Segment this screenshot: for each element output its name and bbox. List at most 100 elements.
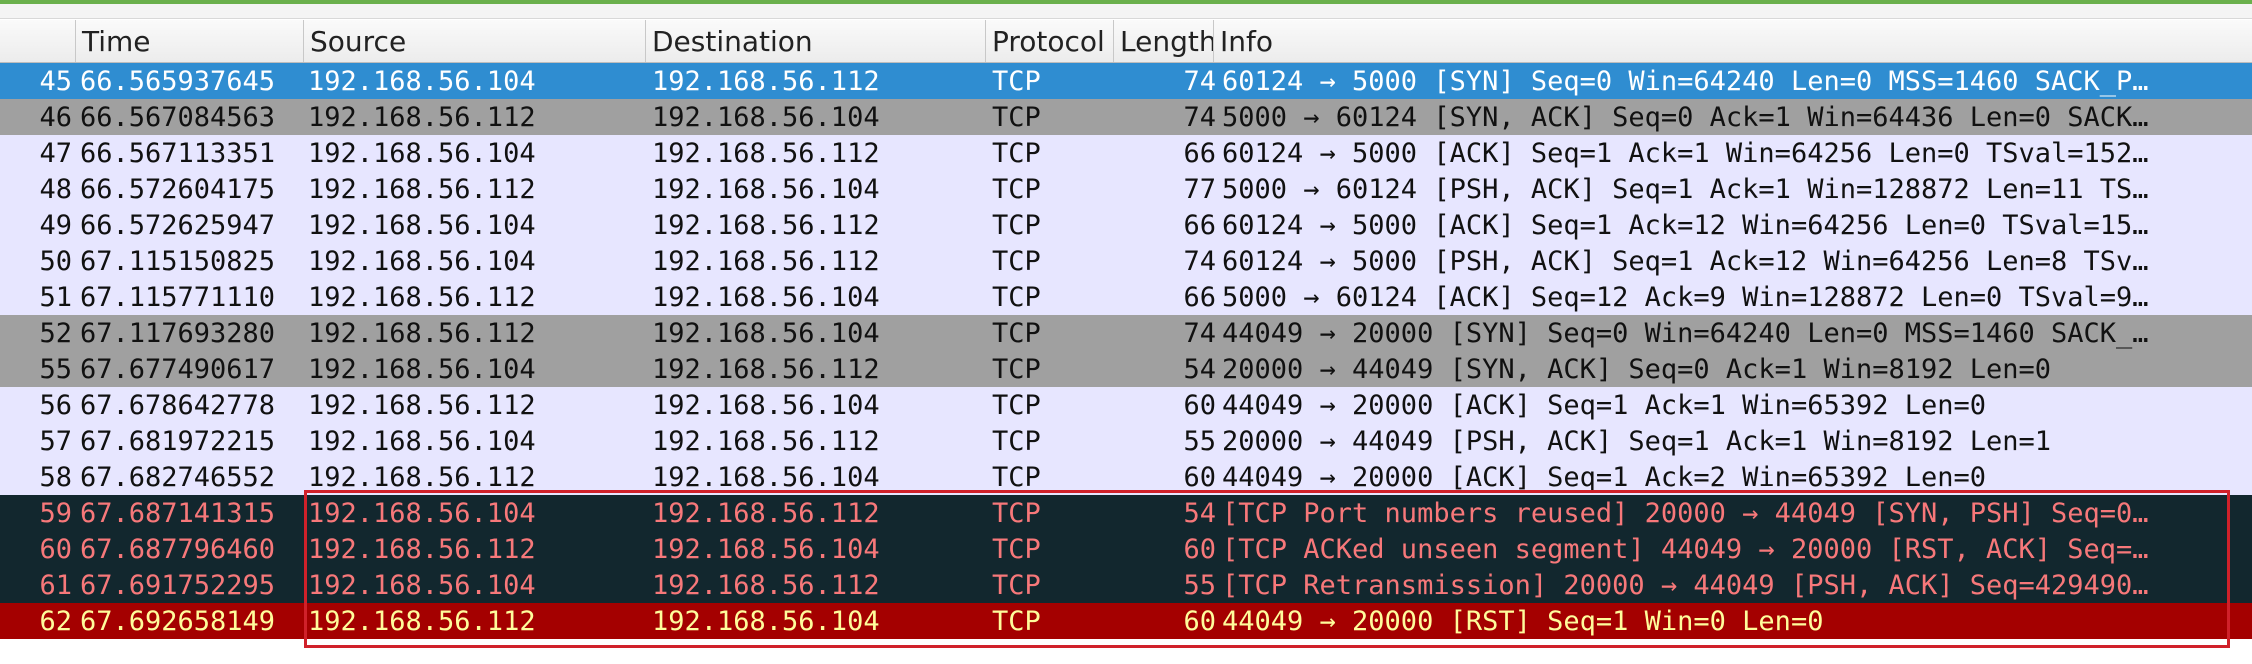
packet-destination: 192.168.56.104 <box>652 282 880 313</box>
packet-length: 66 <box>1183 282 1216 313</box>
packet-number: 59 <box>39 498 72 529</box>
packet-number: 60 <box>39 534 72 565</box>
packet-number: 45 <box>39 66 72 97</box>
packet-destination: 192.168.56.112 <box>652 246 880 277</box>
packet-destination: 192.168.56.112 <box>652 210 880 241</box>
packet-time: 66.567084563 <box>80 102 276 133</box>
column-header-destination[interactable]: Destination <box>646 20 986 62</box>
packet-info: 20000 → 44049 [PSH, ACK] Seq=1 Ack=1 Win… <box>1222 426 2052 457</box>
packet-info: 44049 → 20000 [ACK] Seq=1 Ack=1 Win=6539… <box>1222 390 1987 421</box>
packet-source: 192.168.56.104 <box>308 354 536 385</box>
packet-info: 20000 → 44049 [SYN, ACK] Seq=0 Ack=1 Win… <box>1222 354 2052 385</box>
packet-row[interactable]: 58 67.682746552 192.168.56.112 192.168.56.1… <box>0 459 2252 495</box>
packet-row[interactable]: 49 66.572625947 192.168.56.104 192.168.56.1… <box>0 207 2252 243</box>
packet-row[interactable]: 45 66.565937645 192.168.56.104 192.168.56.1… <box>0 63 2252 99</box>
packet-info: 60124 → 5000 [ACK] Seq=1 Ack=12 Win=6425… <box>1222 210 2149 241</box>
packet-number: 46 <box>39 102 72 133</box>
packet-number: 52 <box>39 318 72 349</box>
column-header-time[interactable]: Time <box>76 20 304 62</box>
packet-number: 47 <box>39 138 72 169</box>
packet-length: 60 <box>1183 534 1216 565</box>
packet-info: 44049 → 20000 [ACK] Seq=1 Ack=2 Win=6539… <box>1222 462 1987 493</box>
packet-number: 48 <box>39 174 72 205</box>
packet-row[interactable]: 52 67.117693280 192.168.56.112 192.168.56.1… <box>0 315 2252 351</box>
packet-source: 192.168.56.112 <box>308 318 536 349</box>
packet-row[interactable]: 57 67.681972215 192.168.56.104 192.168.56.1… <box>0 423 2252 459</box>
packet-protocol: TCP <box>992 390 1041 421</box>
packet-length: 54 <box>1183 498 1216 529</box>
packet-source: 192.168.56.104 <box>308 138 536 169</box>
packet-row[interactable]: 48 66.572604175 192.168.56.112 192.168.56.1… <box>0 171 2252 207</box>
packet-protocol: TCP <box>992 426 1041 457</box>
packet-source: 192.168.56.112 <box>308 174 536 205</box>
packet-row[interactable]: 61 67.691752295 192.168.56.104 192.168.56.1… <box>0 567 2252 603</box>
packet-source: 192.168.56.104 <box>308 246 536 277</box>
packet-destination: 192.168.56.112 <box>652 426 880 457</box>
packet-destination: 192.168.56.104 <box>652 606 880 637</box>
packet-destination: 192.168.56.112 <box>652 498 880 529</box>
packet-row[interactable]: 62 67.692658149 192.168.56.112 192.168.56.1… <box>0 603 2252 639</box>
packet-source: 192.168.56.112 <box>308 606 536 637</box>
packet-time: 67.117693280 <box>80 318 276 349</box>
packet-info: 5000 → 60124 [SYN, ACK] Seq=0 Ack=1 Win=… <box>1222 102 2149 133</box>
packet-destination: 192.168.56.104 <box>652 102 880 133</box>
packet-length: 60 <box>1183 390 1216 421</box>
packet-protocol: TCP <box>992 210 1041 241</box>
packet-protocol: TCP <box>992 606 1041 637</box>
packet-length: 74 <box>1183 66 1216 97</box>
column-header-no[interactable] <box>0 20 76 62</box>
packet-protocol: TCP <box>992 318 1041 349</box>
packet-length: 66 <box>1183 138 1216 169</box>
packet-destination: 192.168.56.112 <box>652 138 880 169</box>
packet-time: 67.687796460 <box>80 534 276 565</box>
packet-length: 74 <box>1183 102 1216 133</box>
packet-source: 192.168.56.112 <box>308 282 536 313</box>
packet-protocol: TCP <box>992 102 1041 133</box>
packet-row[interactable]: 56 67.678642778 192.168.56.112 192.168.56.1… <box>0 387 2252 423</box>
packet-number: 61 <box>39 570 72 601</box>
packet-time: 67.692658149 <box>80 606 276 637</box>
packet-destination: 192.168.56.104 <box>652 318 880 349</box>
packet-row[interactable]: 51 67.115771110 192.168.56.112 192.168.56.1… <box>0 279 2252 315</box>
packet-info: [TCP Port numbers reused] 20000 → 44049 … <box>1222 498 2149 529</box>
packet-time: 67.687141315 <box>80 498 276 529</box>
column-header-length[interactable]: Length <box>1114 20 1214 62</box>
packet-protocol: TCP <box>992 570 1041 601</box>
packet-length: 77 <box>1183 174 1216 205</box>
packet-time: 67.115150825 <box>80 246 276 277</box>
packet-number: 58 <box>39 462 72 493</box>
packet-protocol: TCP <box>992 246 1041 277</box>
packet-length: 60 <box>1183 462 1216 493</box>
packet-info: [TCP ACKed unseen segment] 44049 → 20000… <box>1222 534 2149 565</box>
packet-number: 55 <box>39 354 72 385</box>
packet-source: 192.168.56.104 <box>308 66 536 97</box>
packet-row[interactable]: 46 66.567084563 192.168.56.112 192.168.56.1… <box>0 99 2252 135</box>
packet-number: 62 <box>39 606 72 637</box>
packet-protocol: TCP <box>992 462 1041 493</box>
packet-row[interactable]: 60 67.687796460 192.168.56.112 192.168.56.1… <box>0 531 2252 567</box>
column-header-info[interactable]: Info <box>1214 20 2252 62</box>
packet-time: 67.682746552 <box>80 462 276 493</box>
packet-info: 44049 → 20000 [SYN] Seq=0 Win=64240 Len=… <box>1222 318 2149 349</box>
packet-protocol: TCP <box>992 282 1041 313</box>
packet-time: 66.572604175 <box>80 174 276 205</box>
column-header-protocol[interactable]: Protocol <box>986 20 1114 62</box>
packet-length: 74 <box>1183 318 1216 349</box>
packet-time: 66.565937645 <box>80 66 276 97</box>
packet-row[interactable]: 59 67.687141315 192.168.56.104 192.168.56.1… <box>0 495 2252 531</box>
packet-row[interactable]: 47 66.567113351 192.168.56.104 192.168.56.1… <box>0 135 2252 171</box>
packet-time: 67.691752295 <box>80 570 276 601</box>
packet-source: 192.168.56.112 <box>308 462 536 493</box>
packet-source: 192.168.56.104 <box>308 210 536 241</box>
packet-number: 51 <box>39 282 72 313</box>
column-header-source[interactable]: Source <box>304 20 646 62</box>
packet-time: 67.677490617 <box>80 354 276 385</box>
packet-length: 74 <box>1183 246 1216 277</box>
packet-destination: 192.168.56.112 <box>652 570 880 601</box>
packet-info: 60124 → 5000 [ACK] Seq=1 Ack=1 Win=64256… <box>1222 138 2149 169</box>
packet-row[interactable]: 50 67.115150825 192.168.56.104 192.168.56.1… <box>0 243 2252 279</box>
packet-info: 44049 → 20000 [RST] Seq=1 Win=0 Len=0 <box>1222 606 1824 637</box>
packet-number: 56 <box>39 390 72 421</box>
packet-source: 192.168.56.104 <box>308 570 536 601</box>
packet-row[interactable]: 55 67.677490617 192.168.56.104 192.168.56.1… <box>0 351 2252 387</box>
